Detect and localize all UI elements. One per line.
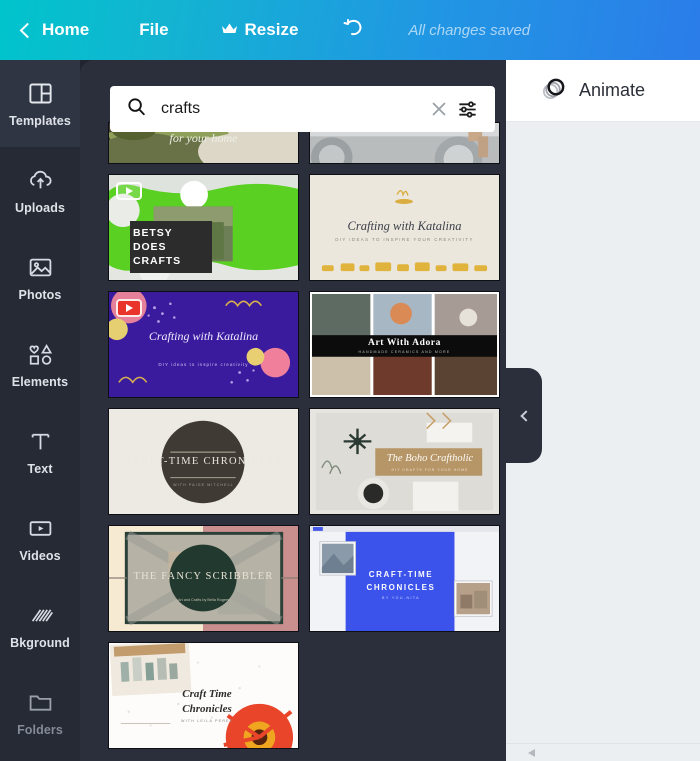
design-toolbar: Animate	[506, 60, 700, 122]
template-title: CRAFT-TIME CHRONICLES	[366, 570, 436, 592]
template-subtitle: HANDMADE CERAMICS AND MORE	[358, 350, 451, 354]
template-subtitle: BY YOU-NITA	[382, 596, 420, 600]
sidebar-item-templates[interactable]: Templates	[0, 60, 80, 147]
template-card[interactable]: THE FANCY SCRIBBLER Art and Crafts by Be…	[108, 525, 299, 632]
template-card[interactable]: CRAFT-TIME CHRONICLES WITH PAIGE MITCHEL…	[108, 408, 299, 515]
save-status: All changes saved	[404, 0, 534, 60]
template-card[interactable]: Crafting with Katalina DIY IDEAS TO INSP…	[309, 174, 500, 281]
template-title: Crafting with Katalina	[347, 219, 462, 233]
chevron-left-icon	[19, 22, 36, 38]
folder-icon	[27, 689, 54, 716]
template-title: for your home	[169, 131, 238, 145]
sidebar-label: Folders	[17, 722, 63, 737]
play-triangle-icon	[125, 187, 133, 195]
home-button[interactable]: Home	[18, 0, 93, 60]
sidebar-item-photos[interactable]: Photos	[0, 234, 80, 321]
sidebar-label: Elements	[11, 374, 69, 389]
file-menu-button[interactable]: File	[135, 0, 172, 60]
sidebar-label: Templates	[9, 113, 71, 128]
template-title: BETSY DOES CRAFTS	[130, 221, 212, 273]
home-label: Home	[42, 20, 90, 39]
template-card[interactable]: CRAFT-TIME CHRONICLES BY YOU-NITA	[309, 525, 500, 632]
template-card[interactable]: BETSY DOES CRAFTS	[108, 174, 299, 281]
animate-button[interactable]: Animate	[540, 75, 645, 107]
sidebar-label: Text	[27, 461, 53, 476]
template-title: The Boho Craftholic	[386, 453, 474, 464]
sidebar-item-text[interactable]: Text	[0, 408, 80, 495]
template-title: THE FANCY SCRIBBLER	[133, 571, 274, 582]
crown-icon	[221, 20, 238, 40]
template-card[interactable]: Art With Adora HANDMADE CERAMICS AND MOR…	[309, 291, 500, 398]
sidebar-item-uploads[interactable]: Uploads	[0, 147, 80, 234]
sidebar-item-background[interactable]: Bkground	[0, 582, 80, 669]
sidebar-label: Bkground	[10, 635, 70, 650]
sidebar-item-elements[interactable]: Elements	[0, 321, 80, 408]
text-icon	[27, 428, 54, 455]
left-sidebar: Templates Uploads Photos Elements Text V…	[0, 60, 80, 761]
sidebar-item-videos[interactable]: Videos	[0, 495, 80, 582]
template-subtitle: Art and Crafts by Bella Rogers	[177, 598, 230, 602]
template-card[interactable]: Craft Time Chronicles WITH LEILA PEREZ	[108, 642, 299, 749]
save-status-label: All changes saved	[408, 21, 531, 39]
canva-editor-window: Home File Resize All changes saved Templ…	[0, 0, 700, 761]
resize-label: Resize	[244, 20, 299, 39]
animate-circles-icon	[540, 75, 567, 107]
upload-cloud-icon	[27, 167, 54, 194]
scroll-left-arrow-icon[interactable]	[528, 749, 535, 757]
template-title: Crafting with Katalina	[148, 329, 259, 343]
undo-arrow-icon	[342, 17, 366, 44]
photo-icon	[27, 254, 54, 281]
clear-search-button[interactable]	[428, 98, 450, 120]
resize-button[interactable]: Resize	[217, 0, 303, 60]
hatch-pattern-icon	[27, 602, 54, 629]
video-icon	[27, 515, 54, 542]
template-title: CRAFT-TIME CHRONICLES	[124, 456, 283, 467]
sidebar-item-folders[interactable]: Folders	[0, 669, 80, 756]
collapse-panel-handle[interactable]	[506, 368, 542, 463]
template-title: Craft Time Chronicles	[182, 688, 232, 715]
top-toolbar: Home File Resize All changes saved	[0, 0, 700, 60]
template-results-grid[interactable]: for your home DIY PROJECTS AND MORE	[108, 122, 500, 761]
template-subtitle: DIY CRAFTS FOR YOUR HOME	[391, 468, 469, 472]
chevron-left-icon	[520, 409, 532, 422]
template-title: Art With Adora	[368, 338, 441, 348]
sidebar-label: Photos	[18, 287, 62, 302]
template-card[interactable]: Crafting with Katalina DIY ideas to insp…	[108, 291, 299, 398]
sidebar-label: Videos	[19, 548, 61, 563]
animate-label: Animate	[579, 80, 646, 100]
shapes-icon	[27, 341, 54, 368]
search-input[interactable]	[161, 100, 428, 118]
undo-button[interactable]	[338, 0, 370, 60]
search-bar[interactable]	[110, 86, 495, 132]
filter-settings-icon[interactable]	[456, 98, 479, 121]
template-card[interactable]: The Boho Craftholic DIY CRAFTS FOR YOUR …	[309, 408, 500, 515]
video-play-badge	[116, 182, 142, 200]
template-subtitle: DIY ideas to inspire creativity	[158, 362, 249, 367]
template-subtitle: WITH LEILA PEREZ	[180, 719, 234, 723]
search-icon	[126, 96, 147, 122]
play-triangle-icon	[125, 304, 133, 312]
sidebar-label: Uploads	[14, 200, 65, 215]
template-subtitle: DIY IDEAS TO INSPIRE YOUR CREATIVITY	[335, 237, 474, 242]
horizontal-scrollbar[interactable]	[506, 743, 700, 761]
file-label: File	[139, 20, 169, 39]
youtube-play-badge	[116, 299, 142, 317]
template-subtitle: WITH PAIGE MITCHELL	[173, 483, 234, 487]
templates-panel: for your home DIY PROJECTS AND MORE	[80, 60, 506, 761]
templates-icon	[27, 80, 54, 107]
